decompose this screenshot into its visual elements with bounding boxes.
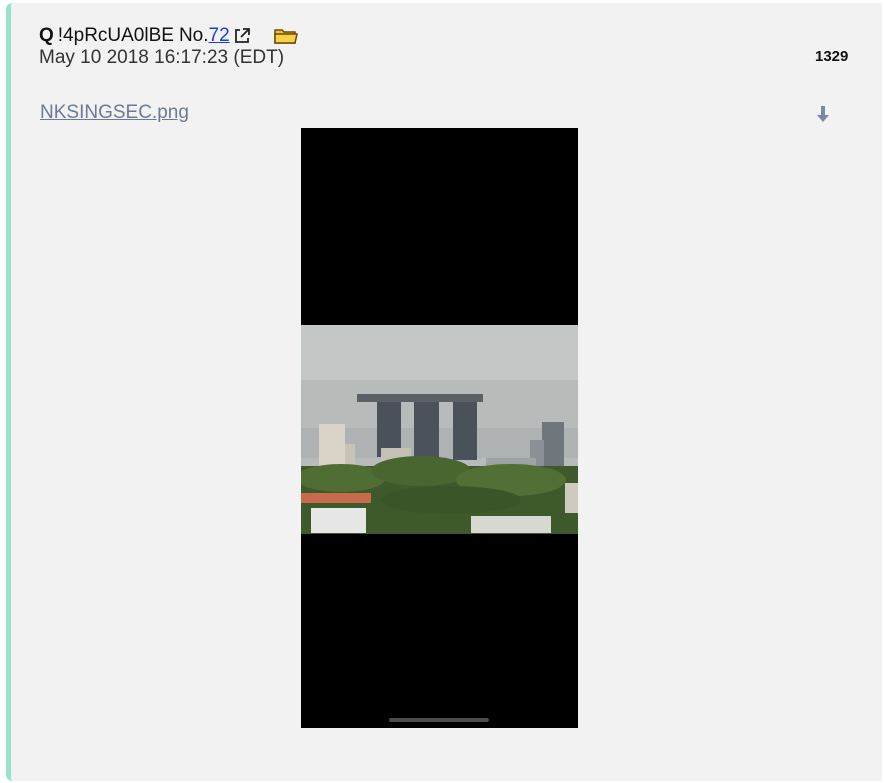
download-icon[interactable] [815,103,831,125]
tripcode: !4pRcUA0lBE [57,25,174,46]
author-name: Q [39,25,54,46]
post-number-label: No. [178,25,209,46]
post-meta-line: Q !4pRcUA0lBE No. 72 [39,25,299,47]
attachment-image[interactable] [301,128,578,728]
post-card: Q !4pRcUA0lBE No. 72 May 10 2018 16:17:23… [6,3,882,781]
folder-icon[interactable] [273,27,299,45]
external-link-icon[interactable] [233,27,251,45]
attachment-filename-link[interactable]: NKSINGSEC.png [40,102,189,124]
post-timestamp: May 10 2018 16:17:23 (EDT) [39,47,285,68]
post-number-link[interactable]: 72 [209,25,230,47]
post-header: Q !4pRcUA0lBE No. 72 May 10 2018 16:17:23… [39,25,299,69]
reply-count: 1329 [815,48,849,65]
